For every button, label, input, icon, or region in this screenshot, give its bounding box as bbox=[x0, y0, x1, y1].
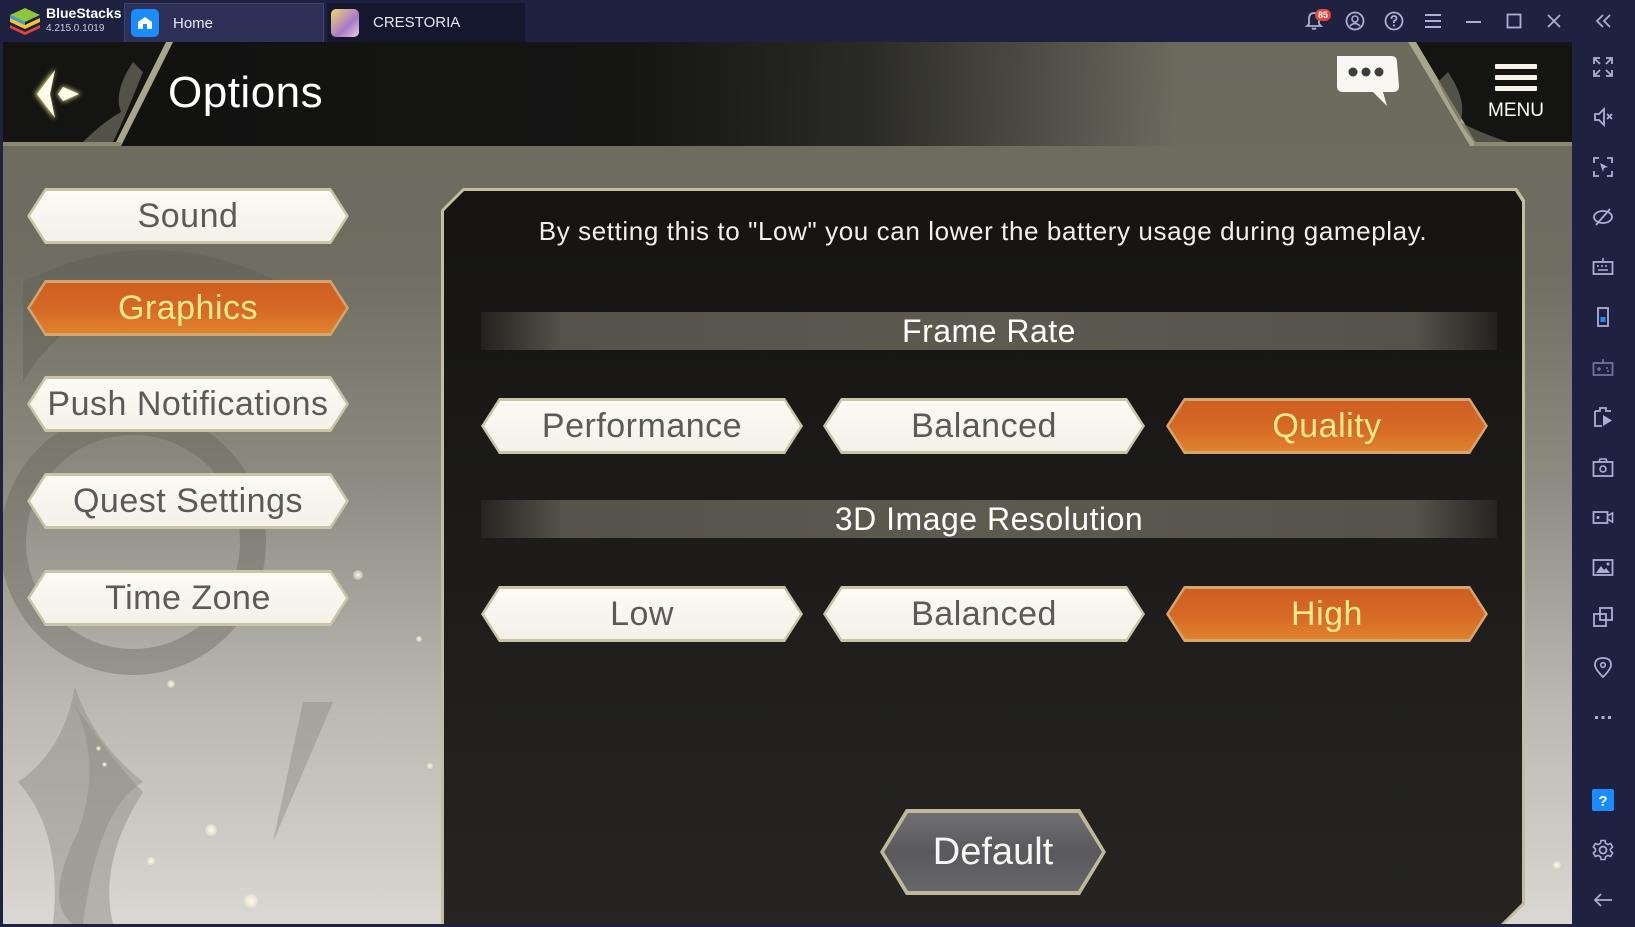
frame-rate-balanced-button[interactable]: Balanced bbox=[823, 398, 1145, 454]
minimize-icon[interactable] bbox=[1462, 9, 1486, 33]
help-icon[interactable] bbox=[1382, 9, 1406, 33]
resolution-balanced-button[interactable]: Balanced bbox=[823, 586, 1145, 642]
option-label: High bbox=[1291, 594, 1363, 633]
gamepad-icon[interactable] bbox=[1590, 354, 1616, 380]
frame-rate-quality-button[interactable]: Quality bbox=[1166, 398, 1488, 454]
multi-instance-icon[interactable] bbox=[1590, 604, 1616, 630]
section-title: Frame Rate bbox=[902, 312, 1076, 349]
maximize-icon[interactable] bbox=[1502, 9, 1526, 33]
category-push-notifications[interactable]: Push Notifications bbox=[27, 376, 349, 432]
sparkle bbox=[1553, 861, 1561, 869]
section-title: 3D Image Resolution bbox=[834, 500, 1144, 537]
menu-hamburger-line bbox=[1495, 86, 1537, 91]
chat-button[interactable] bbox=[1331, 52, 1401, 108]
game-viewport: Options MENU Sound Graphics Push Notific… bbox=[3, 42, 1572, 924]
notification-count-badge: 85 bbox=[1315, 9, 1332, 21]
category-quest-settings[interactable]: Quest Settings bbox=[27, 473, 349, 529]
panel-description: By setting this to "Low" you can lower t… bbox=[538, 216, 1428, 246]
account-icon[interactable] bbox=[1343, 9, 1367, 33]
default-button[interactable]: Default bbox=[880, 809, 1106, 895]
settings-icon[interactable] bbox=[1590, 837, 1616, 863]
page-title: Options bbox=[168, 68, 324, 117]
sparkle bbox=[416, 636, 422, 642]
option-label: Balanced bbox=[911, 406, 1057, 445]
back-arrow-icon[interactable] bbox=[1590, 887, 1616, 913]
pointer-lock-icon[interactable] bbox=[1590, 154, 1616, 180]
svg-text:?: ? bbox=[1598, 793, 1607, 810]
video-record-icon[interactable] bbox=[1590, 504, 1616, 530]
back-arrow-ornate-icon bbox=[35, 68, 81, 120]
frame-rate-performance-button[interactable]: Performance bbox=[481, 398, 803, 454]
category-label: Sound bbox=[137, 196, 239, 235]
category-time-zone[interactable]: Time Zone bbox=[27, 570, 349, 626]
sparkle bbox=[96, 746, 101, 751]
chat-bubble-icon bbox=[1337, 56, 1399, 106]
more-icon[interactable] bbox=[1590, 704, 1616, 730]
sparkle bbox=[427, 763, 433, 769]
hamburger-icon[interactable] bbox=[1422, 9, 1446, 33]
collapse-sidebar-icon[interactable] bbox=[1592, 9, 1616, 33]
category-label: Time Zone bbox=[105, 578, 271, 617]
brand-name: BlueStacks bbox=[46, 5, 122, 21]
option-label: Quality bbox=[1272, 406, 1382, 445]
bluestacks-sidebar: ? bbox=[1572, 42, 1635, 927]
background-ornament bbox=[3, 250, 343, 924]
brand-version: 4.215.0.1019 bbox=[46, 23, 105, 34]
home-icon bbox=[131, 9, 159, 37]
bluestacks-logo-icon bbox=[8, 6, 42, 36]
tab-label: CRESTORIA bbox=[373, 14, 461, 31]
sparkle bbox=[167, 680, 175, 688]
menu-button[interactable]: MENU bbox=[1481, 64, 1551, 124]
graphics-options-panel: By setting this to "Low" you can lower t… bbox=[441, 188, 1525, 924]
back-button[interactable] bbox=[25, 62, 89, 126]
sparkle bbox=[205, 824, 217, 836]
menu-hamburger-icon bbox=[1495, 64, 1537, 69]
fullscreen-icon[interactable] bbox=[1590, 54, 1616, 80]
phone-rotate-icon[interactable] bbox=[1590, 304, 1616, 330]
option-label: Low bbox=[610, 594, 674, 633]
help-square-icon[interactable]: ? bbox=[1590, 787, 1616, 813]
category-label: Push Notifications bbox=[47, 384, 329, 423]
media-play-icon[interactable] bbox=[1590, 404, 1616, 430]
location-icon[interactable] bbox=[1590, 654, 1616, 680]
camera-icon[interactable] bbox=[1590, 454, 1616, 480]
game-avatar-icon bbox=[331, 8, 359, 37]
category-graphics[interactable]: Graphics bbox=[27, 280, 349, 336]
option-label: Performance bbox=[541, 406, 743, 445]
tab-crestoria[interactable]: CRESTORIA bbox=[327, 3, 525, 42]
section-header-3d-image-resolution: 3D Image Resolution bbox=[481, 500, 1497, 538]
tab-home[interactable]: Home bbox=[124, 3, 324, 42]
option-label: Balanced bbox=[911, 594, 1057, 633]
close-icon[interactable] bbox=[1542, 9, 1566, 33]
sparkle bbox=[353, 570, 363, 580]
sparkle bbox=[102, 762, 107, 767]
category-label: Graphics bbox=[117, 288, 259, 327]
mute-icon[interactable] bbox=[1590, 104, 1616, 130]
bluestacks-titlebar: BlueStacks 4.215.0.1019 Home CRESTORIA 8… bbox=[0, 0, 1635, 42]
category-label: Quest Settings bbox=[72, 481, 303, 520]
resolution-high-button[interactable]: High bbox=[1166, 586, 1488, 642]
sparkle bbox=[244, 894, 258, 908]
gallery-icon[interactable] bbox=[1590, 554, 1616, 580]
eye-off-icon[interactable] bbox=[1590, 204, 1616, 230]
tab-label: Home bbox=[173, 14, 214, 32]
category-sound[interactable]: Sound bbox=[27, 188, 349, 244]
menu-hamburger-line bbox=[1495, 75, 1537, 80]
section-header-frame-rate: Frame Rate bbox=[481, 312, 1497, 350]
menu-label: MENU bbox=[1488, 100, 1544, 121]
default-label: Default bbox=[932, 830, 1054, 873]
keyboard-icon[interactable] bbox=[1590, 254, 1616, 280]
resolution-low-button[interactable]: Low bbox=[481, 586, 803, 642]
sparkle bbox=[147, 857, 155, 865]
